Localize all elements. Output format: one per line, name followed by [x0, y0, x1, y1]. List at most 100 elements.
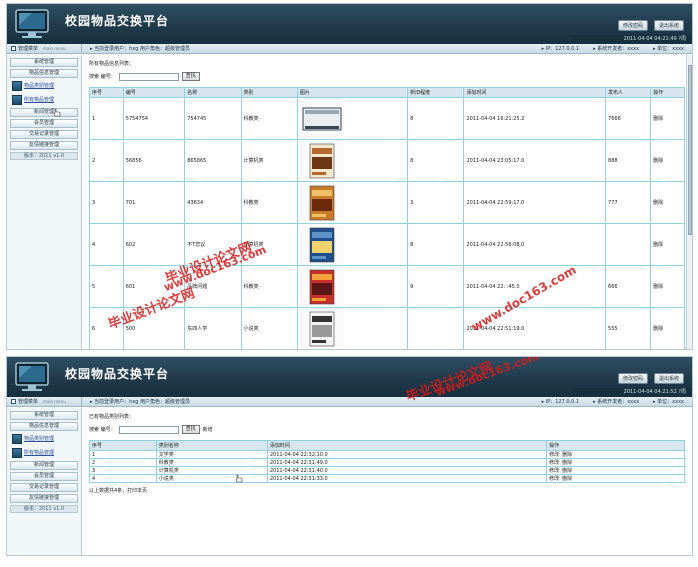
row-added-time: 2011-04-04 22: :45.0 [463, 265, 607, 308]
search-button[interactable]: 查找 [181, 72, 200, 81]
row-code: 602 [122, 223, 186, 266]
row-added-time: 2011-04-04 22:59:17.0 [463, 181, 607, 224]
goods-photo [299, 267, 344, 306]
row-code: 56856 [122, 139, 186, 182]
version-label: 版本：2011 v1.0 [10, 505, 78, 513]
column-header: 操作 [546, 440, 685, 451]
row-image [296, 223, 409, 266]
column-header: 序号 [89, 87, 124, 98]
sidebar-item-system[interactable]: 系统管理 [10, 58, 78, 67]
row-condition [407, 307, 465, 349]
clock: 2011-04-04 04:21:52 ?周 [572, 388, 692, 397]
column-header: 操作 [650, 87, 685, 98]
row-added-time: 2011-04-04 22:56:08.0 [463, 223, 607, 266]
sidebar-item-members[interactable]: 会员管理 [10, 472, 78, 481]
sidebar-item-trade-records[interactable]: 交易记录管理 [10, 483, 78, 492]
table-row: 4 602 不T您议 计算机类 8 2011-04-04 22:56:08.0 删除 [89, 223, 685, 266]
sidebar-item-all-goods[interactable]: 所有物品管理 [10, 447, 78, 459]
row-seq: 2 [89, 139, 124, 182]
sidebar-item-goods-category[interactable]: 物品类别管理 [10, 80, 78, 92]
screenshot-all-goods: 校园物品交换平台 修改密码 退出系统 2011-04-04 04:21:49 ?… [6, 3, 693, 350]
sidebar-item-news[interactable]: 新闻管理 [10, 108, 78, 117]
category-table: 序号 类别名称 添加时间 操作 1 文学类 2011-04-04 22:32:10.0 修改… [89, 440, 685, 483]
delete-link[interactable]: 删除 [562, 476, 572, 482]
row-added-time: 2011-04-04 16:21:25.2 [463, 97, 607, 140]
delete-link[interactable]: 删除 [650, 181, 685, 224]
row-image [296, 265, 409, 308]
row-image [296, 97, 409, 140]
sidebar-item-system[interactable]: 系统管理 [10, 411, 78, 420]
row-image [296, 307, 409, 349]
column-header: 添加时间 [266, 440, 548, 451]
scrollbar-thumb[interactable] [688, 65, 692, 235]
column-header: 名称 [184, 87, 242, 98]
delete-link[interactable]: 删除 [650, 223, 685, 266]
ip-info: ▸ IP：127.0.0.1 [541, 399, 580, 405]
unit-info: ▸ 单位：xxxx [653, 399, 684, 405]
row-name: 品牌问题 [184, 265, 242, 308]
logout-button[interactable]: 退出系统 [653, 20, 684, 31]
row-added-time: 2011-04-04 22:32:10.0 [266, 450, 548, 459]
row-name: 不T您议 [184, 223, 242, 266]
edit-link[interactable]: 修改 [549, 452, 559, 458]
developer-info: ▸ 系统开发者：xxxx [593, 46, 640, 52]
delete-link[interactable]: 删除 [562, 468, 572, 474]
sidebar-item-all-goods[interactable]: 所有物品管理 [10, 94, 78, 106]
menu-head: 管理菜单 main menu [7, 44, 82, 53]
search-label: 搜索 编号： [89, 427, 116, 433]
search-row: 搜索 编号： 查找 新增 [89, 425, 685, 434]
row-code: 601 [122, 265, 186, 308]
delete-link[interactable]: 删除 [650, 265, 685, 308]
goods-photo [299, 141, 344, 180]
search-row: 搜索 编号： 查找 [89, 72, 685, 81]
delete-link[interactable]: 删除 [562, 460, 572, 466]
change-password-button[interactable]: 修改密码 [617, 373, 648, 384]
row-category: 计算机类 [240, 139, 298, 182]
menu-title-en: main menu [43, 46, 66, 51]
table-row: 3 701 43634 科教类 3 2011-04-04 22:59:17.0 777 删除 [89, 181, 685, 224]
add-category-link[interactable]: 新增 [203, 426, 213, 433]
app-title: 校园物品交换平台 [65, 14, 170, 28]
row-condition: 9 [407, 265, 465, 308]
delete-link[interactable]: 删除 [650, 139, 685, 182]
table-row: 2 56856 865865 计算机类 8 2011-04-04 23:05:17.0 88… [89, 139, 685, 182]
search-input[interactable] [118, 72, 179, 81]
sidebar-item-members[interactable]: 会员管理 [10, 119, 78, 128]
search-input[interactable] [118, 425, 179, 434]
table-row: 2 科教类 2011-04-04 22:31:49.0 修改 删除 [89, 458, 685, 467]
column-header: 类别 [240, 87, 298, 98]
sidebar-item-goods-category[interactable]: 物品类别管理 [10, 433, 78, 445]
monitor-logo-icon [15, 9, 49, 38]
edit-link[interactable]: 修改 [549, 476, 559, 482]
sidebar-item-links[interactable]: 友情链接管理 [10, 141, 78, 150]
table-row: 1 文学类 2011-04-04 22:32:10.0 修改 删除 [89, 450, 685, 459]
vertical-scrollbar[interactable] [686, 55, 692, 349]
row-code: 500 [122, 307, 186, 349]
row-added-time: 2011-04-04 22:31:49.0 [266, 458, 548, 467]
row-seq: 5 [89, 265, 124, 308]
app-header: 校园物品交换平台 修改密码 退出系统 2011-04-04 04:21:49 ?… [7, 4, 692, 44]
delete-link[interactable]: 删除 [650, 97, 685, 140]
row-operations: 修改 删除 [546, 466, 685, 475]
sidebar-item-links[interactable]: 友情链接管理 [10, 494, 78, 503]
row-publisher: 555 [605, 307, 652, 349]
search-button[interactable]: 查找 [181, 425, 200, 434]
row-seq: 4 [89, 474, 157, 483]
change-password-button[interactable]: 修改密码 [617, 20, 648, 31]
edit-link[interactable]: 修改 [549, 460, 559, 466]
sidebar-item-trade-records[interactable]: 交易记录管理 [10, 130, 78, 139]
row-seq: 1 [89, 97, 124, 140]
delete-link[interactable]: 删除 [562, 452, 572, 458]
logout-button[interactable]: 退出系统 [653, 373, 684, 384]
delete-link[interactable]: 删除 [650, 307, 685, 349]
row-seq: 2 [89, 458, 157, 467]
sidebar-item-goods-info[interactable]: 物品信息管理 [10, 422, 78, 431]
goods-photo [299, 225, 344, 264]
row-category-name: 科教类 [155, 458, 268, 467]
menu-square-icon [11, 399, 16, 404]
user-info: ▸ 当前登录用户：hxg 用户角色：超级管理员 [90, 46, 191, 52]
edit-link[interactable]: 修改 [549, 468, 559, 474]
sidebar-item-news[interactable]: 新闻管理 [10, 461, 78, 470]
sidebar-item-goods-info[interactable]: 物品信息管理 [10, 69, 78, 78]
row-condition: 8 [407, 97, 465, 140]
